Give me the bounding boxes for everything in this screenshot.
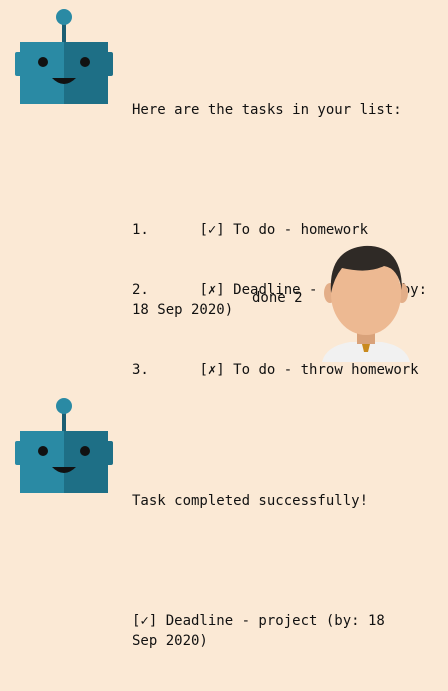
- user-dialog: done 2: [0, 230, 448, 370]
- bot-message-confirmation: Task completed successfully! [✓] Deadlin…: [132, 451, 417, 691]
- user-message-text: done 2: [252, 290, 303, 306]
- robot-icon: [14, 397, 114, 497]
- task-list-intro: Here are the tasks in your list:: [132, 102, 402, 118]
- confirmation-line-1: Task completed successfully!: [132, 493, 369, 509]
- user-avatar-icon: [320, 238, 412, 362]
- bot-dialog-tasks: Here are the tasks in your list: 1. [✓] …: [0, 0, 448, 378]
- confirmation-line-2: [✓] Deadline - project (by: 18 Sep 2020): [132, 613, 394, 649]
- bot-dialog-confirmation: Task completed successfully! [✓] Deadlin…: [0, 395, 448, 649]
- robot-icon: [14, 8, 114, 108]
